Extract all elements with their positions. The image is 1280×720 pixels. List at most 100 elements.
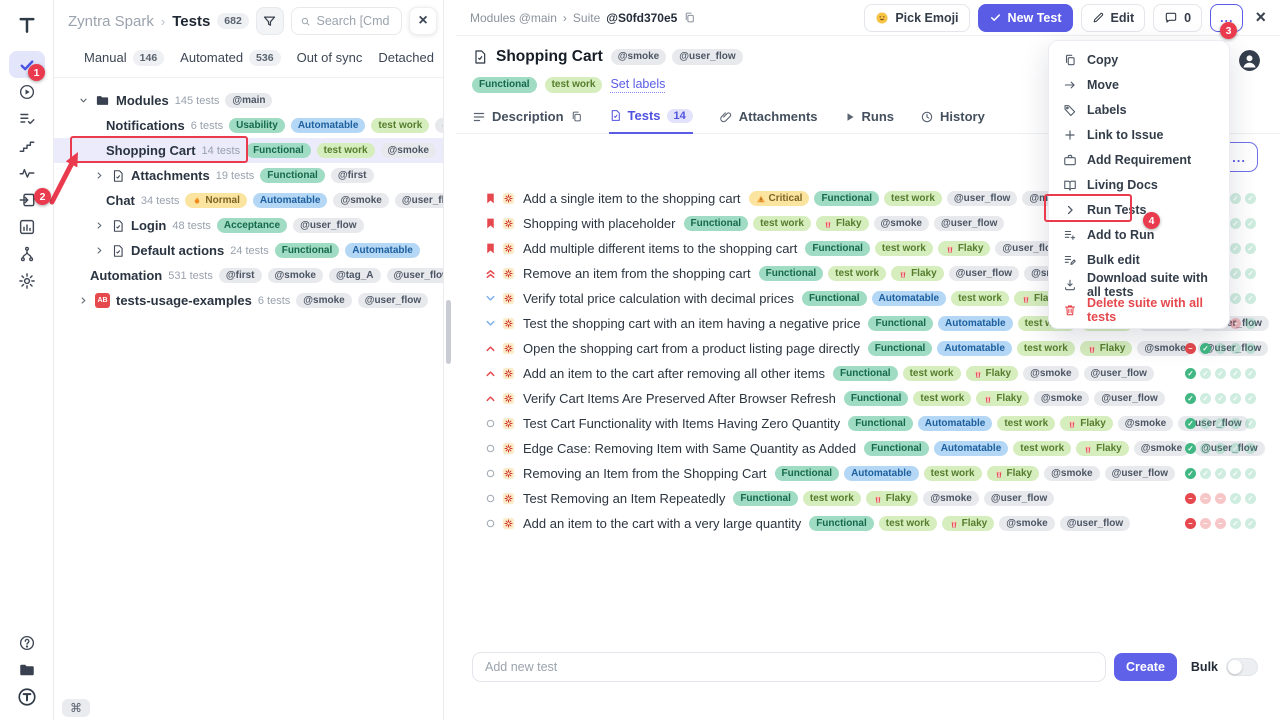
tag-pill: @user_flow bbox=[947, 191, 1017, 207]
search-input[interactable] bbox=[317, 14, 394, 28]
test-title[interactable]: Shopping with placeholder bbox=[523, 216, 676, 231]
test-title[interactable]: Open the shopping cart from a product li… bbox=[523, 341, 860, 356]
filter-button[interactable] bbox=[256, 7, 284, 35]
tag-pill: Flaky bbox=[1076, 441, 1129, 457]
test-row[interactable]: Edge Case: Removing Item with Same Quant… bbox=[456, 436, 1280, 461]
filter-manual[interactable]: Manual146 bbox=[84, 50, 164, 66]
test-row[interactable]: Removing an Item from the Shopping CartF… bbox=[456, 461, 1280, 486]
nav-reports-icon[interactable] bbox=[9, 213, 45, 240]
test-title[interactable]: Edge Case: Removing Item with Same Quant… bbox=[523, 441, 856, 456]
tree-item-modules[interactable]: Modules145 tests@main bbox=[54, 88, 443, 113]
edit-button[interactable]: Edit bbox=[1081, 4, 1146, 32]
filter-automated[interactable]: Automated536 bbox=[180, 50, 280, 66]
tab-history[interactable]: History bbox=[920, 109, 985, 133]
tree-item-tests-usage-examples[interactable]: ABtests-usage-examples6 tests@smoke@user… bbox=[54, 288, 443, 313]
run-status-dot: ✓ bbox=[1200, 468, 1211, 479]
add-test-bar: Create Bulk bbox=[456, 652, 1280, 682]
menu-item-link-to-issue[interactable]: Link to Issue bbox=[1049, 122, 1229, 147]
nav-steps-icon[interactable] bbox=[9, 132, 45, 159]
brand-logo-icon[interactable] bbox=[9, 683, 45, 710]
more-actions-button[interactable]: ... bbox=[1210, 4, 1243, 32]
close-suite-button[interactable]: × bbox=[1255, 7, 1266, 28]
user-avatar[interactable] bbox=[1239, 50, 1260, 71]
breadcrumb-parent[interactable]: Modules @main bbox=[470, 11, 557, 25]
run-status-dot: − bbox=[1185, 343, 1196, 354]
nav-tests-icon[interactable] bbox=[9, 51, 45, 78]
help-icon[interactable] bbox=[9, 629, 45, 656]
menu-item-download-suite[interactable]: Download suite with all tests bbox=[1049, 272, 1229, 297]
menu-item-move[interactable]: Move bbox=[1049, 72, 1229, 97]
tag-pill: Automatable bbox=[291, 118, 366, 134]
projects-folder-icon[interactable] bbox=[9, 656, 45, 683]
test-title[interactable]: Verify total price calculation with deci… bbox=[523, 291, 794, 306]
create-button[interactable]: Create bbox=[1114, 653, 1177, 681]
run-status-dot: ✓ bbox=[1215, 343, 1226, 354]
menu-item-labels[interactable]: Labels bbox=[1049, 97, 1229, 122]
new-test-button[interactable]: New Test bbox=[978, 4, 1073, 32]
comments-button[interactable]: 0 bbox=[1153, 4, 1202, 32]
test-title[interactable]: Test Removing an Item Repeatedly bbox=[523, 491, 725, 506]
test-row[interactable]: Test Removing an Item RepeatedlyFunction… bbox=[456, 486, 1280, 511]
tab-runs[interactable]: Runs bbox=[844, 109, 895, 133]
test-title[interactable]: Test the shopping cart with an item havi… bbox=[523, 316, 860, 331]
tab-tests[interactable]: Tests14 bbox=[609, 108, 693, 134]
run-status-dots: ✓✓✓✓✓ bbox=[1185, 418, 1256, 429]
bulk-toggle[interactable] bbox=[1226, 658, 1258, 676]
breadcrumb-suite-id: @S0fd370e5 bbox=[606, 11, 677, 25]
filter-detached[interactable]: Detached bbox=[378, 50, 434, 65]
search-box[interactable] bbox=[291, 7, 402, 35]
menu-item-run-tests[interactable]: Run Tests bbox=[1049, 197, 1229, 222]
tag-pill: Automatable bbox=[938, 316, 1013, 332]
menu-item-bulk-edit[interactable]: Bulk edit bbox=[1049, 247, 1229, 272]
run-status-dot: ✓ bbox=[1200, 343, 1211, 354]
nav-branches-icon[interactable] bbox=[9, 240, 45, 267]
filter-out-of-sync[interactable]: Out of sync bbox=[297, 50, 363, 65]
test-title[interactable]: Removing an Item from the Shopping Cart bbox=[523, 466, 767, 481]
tag-pill: @smoke bbox=[1034, 391, 1089, 407]
nav-settings-icon[interactable] bbox=[9, 267, 45, 294]
add-test-input[interactable] bbox=[472, 652, 1106, 682]
main-header: Modules @main › Suite @S0fd370e5 Pick Em… bbox=[456, 0, 1280, 36]
tab-description[interactable]: Description bbox=[472, 109, 583, 133]
suite-icon bbox=[472, 49, 488, 65]
tree-item-notifications[interactable]: Notifications6 testsUsabilityAutomatable… bbox=[54, 113, 443, 138]
nav-activity-icon[interactable] bbox=[9, 159, 45, 186]
tree-item-shopping-cart[interactable]: Shopping Cart14 testsFunctionaltest work… bbox=[54, 138, 443, 163]
pick-emoji-button[interactable]: Pick Emoji bbox=[864, 4, 969, 32]
test-row[interactable]: Test Cart Functionality with Items Havin… bbox=[456, 411, 1280, 436]
test-title[interactable]: Add multiple different items to the shop… bbox=[523, 241, 797, 256]
test-title[interactable]: Add an item to the cart with a very larg… bbox=[523, 516, 801, 531]
menu-item-copy[interactable]: Copy bbox=[1049, 47, 1229, 72]
menu-item-delete-suite[interactable]: Delete suite with all tests bbox=[1049, 297, 1229, 322]
test-title[interactable]: Verify Cart Items Are Preserved After Br… bbox=[523, 391, 836, 406]
test-row[interactable]: Add an item to the cart with a very larg… bbox=[456, 511, 1280, 536]
test-title[interactable]: Test Cart Functionality with Items Havin… bbox=[523, 416, 840, 431]
test-title[interactable]: Add a single item to the shopping cart bbox=[523, 191, 741, 206]
tab-attachments[interactable]: Attachments bbox=[719, 109, 818, 133]
test-row[interactable]: Open the shopping cart from a product li… bbox=[456, 336, 1280, 361]
tree-item-automation[interactable]: Automation531 tests@first@smoke@tag_A@us… bbox=[54, 263, 443, 288]
tree-item-login[interactable]: Login48 testsAcceptance@user_flow bbox=[54, 213, 443, 238]
menu-item-add-to-run[interactable]: Add to Run bbox=[1049, 222, 1229, 247]
menu-item-living-docs[interactable]: Living Docs bbox=[1049, 172, 1229, 197]
icon-rail bbox=[0, 0, 54, 720]
set-labels-link[interactable]: Set labels bbox=[610, 77, 665, 93]
tree-item-default-actions[interactable]: Default actions24 testsFunctionalAutomat… bbox=[54, 238, 443, 263]
tree-item-attachments[interactable]: Attachments19 testsFunctional@first bbox=[54, 163, 443, 188]
close-search-button[interactable]: × bbox=[409, 7, 437, 35]
test-row[interactable]: Add an item to the cart after removing a… bbox=[456, 361, 1280, 386]
test-row[interactable]: Verify Cart Items Are Preserved After Br… bbox=[456, 386, 1280, 411]
tree-item-chat[interactable]: Chat34 testsNormalAutomatable@smoke@user… bbox=[54, 188, 443, 213]
nav-plans-icon[interactable] bbox=[9, 105, 45, 132]
tag-pill: @user_flow bbox=[395, 193, 443, 209]
scrollbar-thumb[interactable] bbox=[446, 300, 451, 364]
copy-id-icon[interactable] bbox=[683, 11, 696, 24]
breadcrumb-project[interactable]: Zyntra Spark bbox=[68, 13, 154, 30]
menu-item-add-requirement[interactable]: Add Requirement bbox=[1049, 147, 1229, 172]
nav-runs-icon[interactable] bbox=[9, 78, 45, 105]
test-title[interactable]: Add an item to the cart after removing a… bbox=[523, 366, 825, 381]
tag-pill: @tag_A bbox=[329, 268, 381, 284]
search-icon bbox=[300, 15, 311, 28]
test-title[interactable]: Remove an item from the shopping cart bbox=[523, 266, 751, 281]
nav-import-icon[interactable] bbox=[9, 186, 45, 213]
